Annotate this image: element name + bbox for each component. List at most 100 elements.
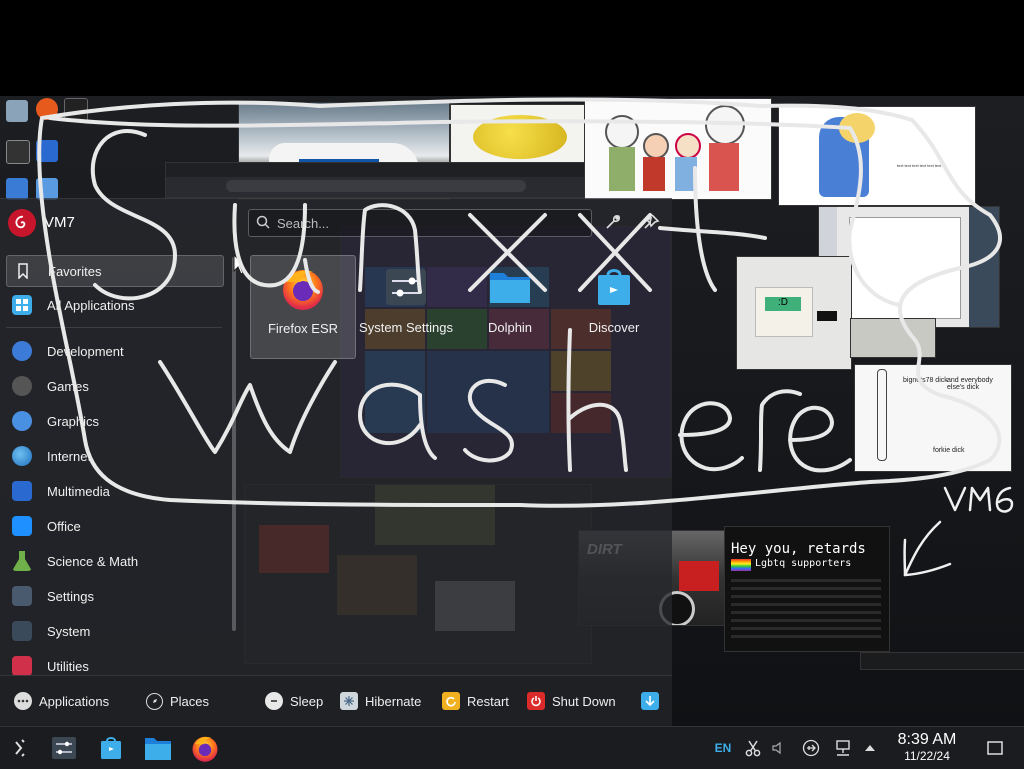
multimedia-icon bbox=[12, 481, 32, 501]
app-system-settings[interactable]: System Settings bbox=[354, 255, 458, 357]
recycle-bin-icon[interactable] bbox=[6, 100, 28, 122]
folder-icon bbox=[145, 738, 171, 760]
discover-icon bbox=[598, 269, 630, 305]
app-dark-icon[interactable] bbox=[64, 98, 88, 122]
category-graphics[interactable]: Graphics bbox=[6, 406, 222, 436]
category-scrollbar[interactable] bbox=[232, 257, 236, 631]
more-options-button[interactable] bbox=[641, 690, 659, 712]
flask-icon bbox=[12, 551, 32, 571]
launcher-footer: Applications Places Sleep Hibernate Rest… bbox=[0, 675, 672, 726]
category-games[interactable]: Games bbox=[6, 371, 222, 401]
debian-swirl-icon bbox=[15, 215, 26, 229]
system-icon bbox=[12, 621, 32, 641]
settings-icon bbox=[12, 586, 32, 606]
cartoon-group-image bbox=[584, 98, 772, 200]
volume-tray[interactable] bbox=[768, 727, 786, 769]
yellow-character-image bbox=[450, 104, 586, 168]
user-name: VM7 bbox=[44, 214, 75, 231]
folder-icon bbox=[490, 273, 530, 303]
show-desktop-button[interactable] bbox=[982, 727, 1008, 769]
firefox-icon bbox=[192, 736, 218, 762]
hibernate-button[interactable]: Hibernate bbox=[340, 690, 421, 712]
meme-title: Hey you, retards bbox=[731, 541, 866, 557]
stick-figure-drawing: bignuts78 dick and everybody else's dick… bbox=[854, 364, 1012, 472]
configure-button[interactable] bbox=[602, 211, 624, 233]
discover-icon bbox=[101, 737, 121, 759]
bookmark-icon bbox=[13, 261, 33, 281]
clock-time: 8:39 AM bbox=[897, 731, 957, 748]
tray-expander[interactable] bbox=[860, 727, 880, 769]
epic-games-icon[interactable] bbox=[6, 140, 30, 164]
sleep-icon bbox=[265, 692, 283, 710]
category-all-applications[interactable]: All Applications bbox=[6, 290, 222, 320]
taskbar-discover[interactable] bbox=[95, 732, 127, 764]
app-small-icon[interactable] bbox=[6, 178, 28, 200]
usb-icon bbox=[802, 739, 820, 757]
arrow-down-icon bbox=[641, 692, 659, 710]
small-photo bbox=[850, 318, 936, 358]
category-development[interactable]: Development bbox=[6, 336, 222, 366]
restart-button[interactable]: Restart bbox=[442, 690, 509, 712]
wrench-icon bbox=[606, 215, 620, 229]
graphics-icon bbox=[12, 411, 32, 431]
digital-clock[interactable]: 8:39 AM 11/22/24 bbox=[888, 731, 966, 763]
screenshot-strip bbox=[860, 652, 1024, 670]
snowflake-icon bbox=[340, 692, 358, 710]
app-blue-icon[interactable] bbox=[36, 140, 58, 162]
robot-box-photo: :D bbox=[736, 256, 852, 370]
category-multimedia[interactable]: Multimedia bbox=[6, 476, 222, 506]
kde-connect-tray[interactable] bbox=[800, 727, 822, 769]
network-wired-icon bbox=[836, 740, 850, 756]
app-discover[interactable]: Discover bbox=[562, 255, 666, 357]
taskbar-dolphin[interactable] bbox=[142, 732, 174, 764]
search-box[interactable] bbox=[248, 209, 592, 237]
show-desktop-icon bbox=[987, 741, 1003, 755]
system-settings-icon bbox=[386, 269, 426, 305]
category-separator bbox=[6, 327, 222, 328]
category-science-math[interactable]: Science & Math bbox=[6, 546, 222, 576]
screenshot-tool-tray[interactable] bbox=[742, 727, 764, 769]
taskbar-system-settings[interactable] bbox=[48, 732, 80, 764]
favorite-apps-grid: Firefox ESR System Settings Dolphin Disc… bbox=[248, 255, 668, 365]
drawing-label-3: forkie dick bbox=[933, 447, 965, 454]
search-input[interactable] bbox=[275, 210, 589, 236]
restart-icon bbox=[442, 692, 460, 710]
category-favorites[interactable]: Favorites bbox=[6, 255, 224, 287]
app-firefox-esr[interactable]: Firefox ESR bbox=[250, 255, 356, 359]
drawing-label-1: bignuts78 dick bbox=[903, 377, 948, 384]
category-internet[interactable]: Internet bbox=[6, 441, 222, 471]
places-tab[interactable]: Places bbox=[146, 690, 209, 712]
browser-window-image bbox=[165, 162, 587, 198]
category-office[interactable]: Office bbox=[6, 511, 222, 541]
firefox-icon bbox=[283, 270, 323, 310]
category-list: Favorites All Applications Development G… bbox=[0, 255, 236, 685]
scissors-icon bbox=[745, 740, 761, 757]
system-settings-icon bbox=[52, 737, 76, 759]
applications-dots-icon bbox=[14, 692, 32, 710]
drawing-label-2: and everybody else's dick bbox=[947, 377, 993, 391]
launcher-header: VM7 bbox=[0, 199, 672, 247]
taskbar-firefox[interactable] bbox=[189, 732, 221, 764]
user-avatar[interactable] bbox=[8, 209, 36, 237]
app-dolphin[interactable]: Dolphin bbox=[458, 255, 562, 357]
shutdown-button[interactable]: Shut Down bbox=[527, 690, 616, 712]
search-icon bbox=[256, 215, 270, 229]
mouse-cursor-icon bbox=[233, 254, 247, 275]
meme-subtitle: Lgbtq supporters bbox=[755, 558, 852, 569]
category-settings[interactable]: Settings bbox=[6, 581, 222, 611]
grid-icon bbox=[12, 295, 32, 315]
app-small-icon-2[interactable] bbox=[36, 178, 58, 200]
clock-date: 11/22/24 bbox=[904, 749, 950, 763]
power-icon bbox=[527, 692, 545, 710]
sleep-button[interactable]: Sleep bbox=[265, 690, 323, 712]
category-system[interactable]: System bbox=[6, 616, 222, 646]
pin-button[interactable] bbox=[640, 211, 662, 233]
application-launcher-button[interactable] bbox=[5, 732, 37, 764]
volume-icon bbox=[772, 741, 781, 755]
taskbar: EN 8:39 AM 11/22/24 bbox=[0, 726, 1024, 769]
network-tray[interactable] bbox=[832, 727, 854, 769]
applications-tab[interactable]: Applications bbox=[14, 690, 109, 712]
pin-icon bbox=[644, 214, 660, 229]
app-orange-icon[interactable] bbox=[36, 98, 58, 120]
keyboard-layout-indicator[interactable]: EN bbox=[710, 727, 736, 769]
